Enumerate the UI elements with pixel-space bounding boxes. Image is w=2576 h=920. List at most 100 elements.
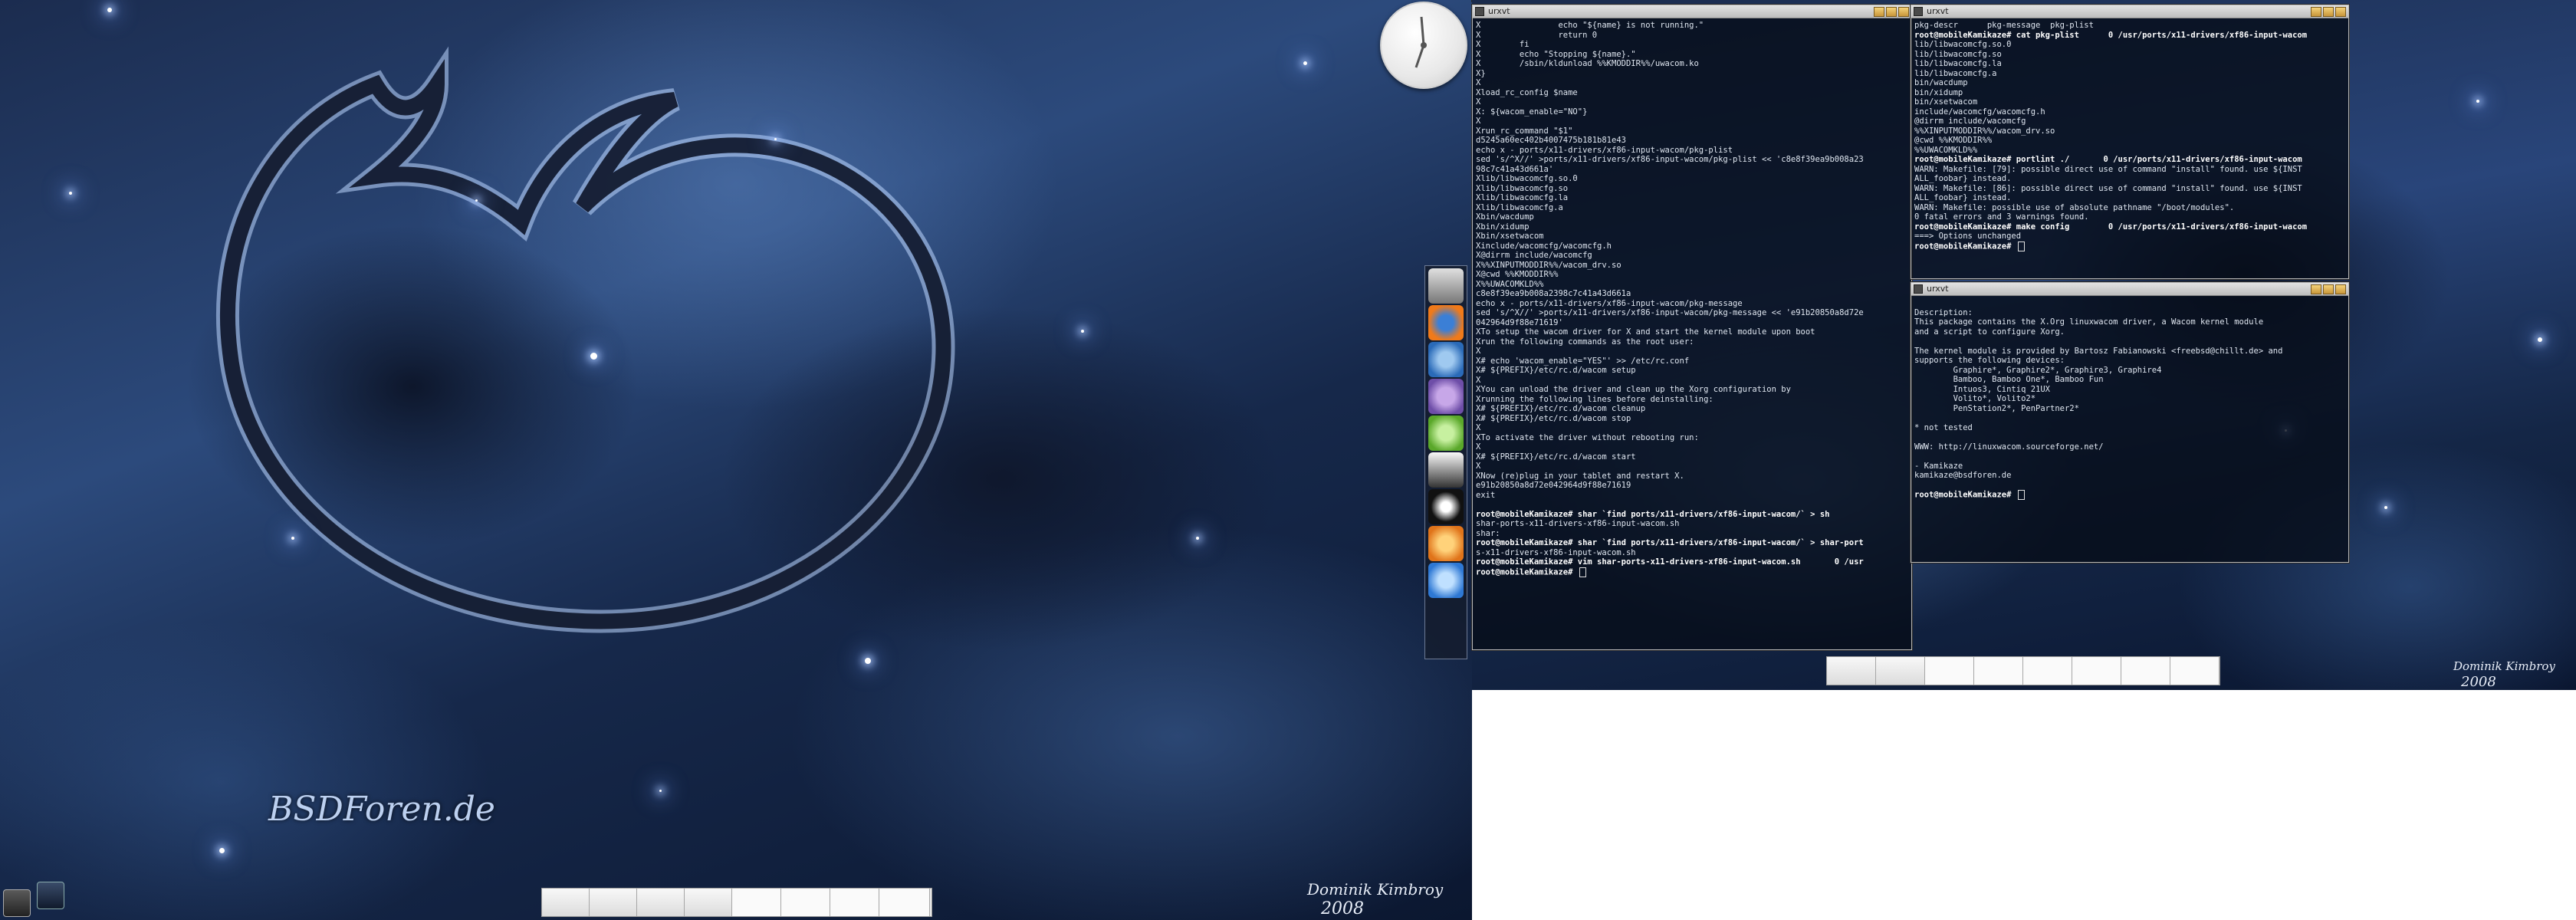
terminal-line: Xrun_rc_command "$1" — [1476, 126, 1573, 136]
bottom-right-terminal-output[interactable]: Description: This package contains the X.… — [1911, 296, 2348, 502]
terminal-launcher-icon[interactable] — [3, 889, 31, 917]
monitor-icon[interactable] — [1428, 268, 1464, 304]
signature-name: Dominik Kimbroy — [2453, 659, 2555, 673]
terminal-cursor — [2017, 241, 2025, 251]
taskbar-item-app[interactable] — [1827, 657, 1876, 685]
terminal-line: sed 's/^X//' >ports/x11-drivers/xf86-inp… — [1476, 155, 1864, 164]
terminal-line: bin/wacdump — [1914, 78, 1968, 87]
maximize-button[interactable] — [1886, 7, 1897, 17]
blender-icon[interactable] — [1428, 489, 1464, 524]
terminal-line: PenStation2*, PenPartner2* — [1914, 403, 2079, 413]
vlc-icon[interactable] — [1428, 526, 1464, 561]
main-terminal-output[interactable]: X echo "${name} is not running." X return… — [1473, 18, 1911, 579]
main-terminal-window[interactable]: urxvt X echo "${name} is not running." X … — [1472, 5, 1912, 650]
bottom-right-terminal-titlebar[interactable]: urxvt — [1911, 283, 2348, 296]
star — [475, 199, 478, 202]
terminal-line: WARN: Makefile: [79]: possible direct us… — [1914, 164, 2302, 174]
taskbar-item-app[interactable] — [590, 889, 637, 916]
right-taskbar — [1826, 656, 2220, 685]
terminal-line: X# ${PREFIX}/etc/rc.d/wacom setup — [1476, 366, 1636, 375]
terminal-line: 0 fatal errors and 3 warnings found. — [1914, 212, 2089, 222]
taskbar-empty-slot[interactable] — [830, 889, 879, 916]
taskbar-item-app[interactable] — [1876, 657, 1925, 685]
terminal-line: X@dirrm include/wacomcfg — [1476, 251, 1592, 260]
taskbar-empty-slot[interactable] — [732, 889, 781, 916]
terminal-line: WARN: Makefile: [86]: possible direct us… — [1914, 183, 2302, 193]
terminal-line: root@mobileKamikaze# vim shar-ports-x11-… — [1476, 557, 1864, 567]
terminal-line: X — [1476, 117, 1481, 126]
minimize-button[interactable] — [2311, 7, 2321, 17]
top-right-terminal-window[interactable]: urxvt pkg-descr pkg-message pkg-plist roo… — [1911, 5, 2349, 279]
music-icon[interactable] — [1428, 563, 1464, 598]
star — [291, 537, 294, 540]
taskbar-item-app[interactable] — [542, 889, 590, 916]
window-buttons — [1874, 7, 1909, 17]
terminal-line: Xlib/libwacomcfg.so.0 — [1476, 174, 1578, 183]
signature-year: 2008 — [2461, 674, 2496, 690]
terminal-line: X — [1476, 423, 1481, 432]
signature: Dominik Kimbroy 2008 — [2453, 658, 2576, 690]
terminal-line: X: ${wacom_enable="NO"} — [1476, 107, 1588, 117]
terminal-line: and a script to configure Xorg. — [1914, 327, 2065, 337]
taskbar-item-app[interactable] — [685, 889, 732, 916]
close-button[interactable] — [1898, 7, 1909, 17]
terminal-line: sed 's/^X//' >ports/x11-drivers/xf86-inp… — [1476, 308, 1864, 317]
terminal-cursor — [2017, 490, 2025, 500]
star — [219, 848, 225, 853]
star — [774, 138, 777, 140]
terminal-line: - Kamikaze — [1914, 461, 1963, 471]
taskbar-empty-slot[interactable] — [1925, 657, 1974, 685]
terminal-line: X# ${PREFIX}/etc/rc.d/wacom cleanup — [1476, 404, 1646, 413]
taskbar-empty-slot[interactable] — [1974, 657, 2023, 685]
terminal-line: 98c7c41a43d661a' — [1476, 164, 1554, 174]
terminal-line: root@mobileKamikaze# portlint ./ 0 /usr/… — [1914, 155, 2302, 164]
taskbar-empty-slot[interactable] — [2072, 657, 2121, 685]
close-button[interactable] — [2335, 7, 2346, 17]
taskbar-item-app[interactable] — [637, 889, 685, 916]
taskbar-empty-slot[interactable] — [2121, 657, 2170, 685]
left-desktop[interactable]: BSDForen.de Dominik Kimbroy 2008 — [0, 0, 1472, 920]
window-menu-icon[interactable] — [1475, 7, 1484, 16]
computer-launcher-icon[interactable] — [37, 882, 64, 909]
maximize-button[interactable] — [2323, 7, 2334, 17]
terminal-line: Xlib/libwacomcfg.so — [1476, 183, 1569, 193]
left-taskbar — [541, 888, 932, 917]
terminal-line: s-x11-drivers-xf86-input-wacom.sh — [1476, 547, 1636, 557]
window-menu-icon[interactable] — [1914, 284, 1923, 294]
pidgin-icon[interactable] — [1428, 379, 1464, 414]
close-button[interactable] — [2335, 284, 2346, 294]
taskbar-empty-slot[interactable] — [2023, 657, 2072, 685]
thunderbird-icon[interactable] — [1428, 342, 1464, 377]
top-right-terminal-titlebar[interactable]: urxvt — [1911, 5, 2348, 18]
top-right-terminal-output[interactable]: pkg-descr pkg-message pkg-plist root@mobi… — [1911, 18, 2348, 253]
bottom-right-terminal-window[interactable]: urxvt Description: This package contains … — [1911, 282, 2349, 563]
terminal-line: bin/xidump — [1914, 87, 1963, 97]
skype-icon[interactable] — [1428, 416, 1464, 451]
window-menu-icon[interactable] — [1914, 7, 1923, 16]
terminal-line: X — [1476, 347, 1481, 356]
taskbar-empty-slot[interactable] — [879, 889, 930, 916]
firefox-icon[interactable] — [1428, 305, 1464, 340]
brand-text: BSDForen.de — [268, 790, 495, 829]
terminal-line: root@mobileKamikaze# — [1914, 241, 2345, 251]
window-title: urxvt — [1927, 6, 1949, 16]
terminal-line: 042964d9f88e71619' — [1476, 317, 1563, 327]
terminal-line: X — [1476, 462, 1481, 471]
terminal-line: Xbin/wacdump — [1476, 212, 1534, 222]
terminal-line: Volito*, Volito2* — [1914, 394, 2036, 403]
taskbar-empty-slot[interactable] — [781, 889, 830, 916]
minimize-button[interactable] — [1874, 7, 1884, 17]
maximize-button[interactable] — [2323, 284, 2334, 294]
star — [2476, 100, 2479, 103]
terminal-line: echo x - ports/x11-drivers/xf86-input-wa… — [1476, 145, 1733, 155]
star — [107, 8, 112, 12]
inkscape-icon[interactable] — [1428, 452, 1464, 488]
main-terminal-titlebar[interactable]: urxvt — [1473, 5, 1911, 18]
terminal-line: Xrun the following commands as the root … — [1476, 337, 1694, 347]
window-title: urxvt — [1927, 284, 1949, 294]
taskbar-empty-slot[interactable] — [2170, 657, 2220, 685]
minimize-button[interactable] — [2311, 284, 2321, 294]
signature-name: Dominik Kimbroy — [1307, 880, 1444, 899]
